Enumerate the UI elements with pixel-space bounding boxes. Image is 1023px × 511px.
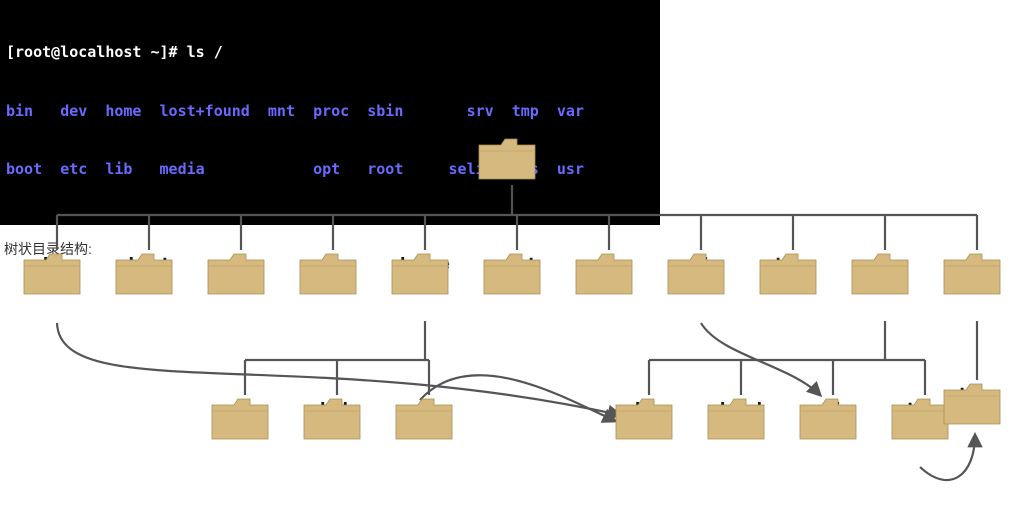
folder-var-tmp-label: tmp bbox=[942, 384, 1012, 403]
folder-usr-label: usr bbox=[850, 254, 920, 273]
folder-root-label: root bbox=[482, 254, 552, 273]
directory-tree-diagram: / bin boot dev etc home root run sbin tm… bbox=[0, 95, 1023, 511]
folder-sbin-label: sbin bbox=[666, 254, 736, 273]
folder-root: / bbox=[477, 135, 547, 158]
folder-tmp: tmp bbox=[758, 250, 828, 273]
folder-bin-label: bin bbox=[22, 254, 92, 273]
folder-usr-local: local bbox=[706, 395, 776, 418]
folder-root-label: / bbox=[477, 139, 547, 158]
folder-home-eve-label: eve bbox=[394, 399, 464, 418]
page: [root@localhost ~]# ls / bin dev home lo… bbox=[0, 0, 1023, 511]
folder-boot-label: boot bbox=[114, 254, 184, 273]
folder-home-bob-label: bob bbox=[302, 399, 372, 418]
folder-sbin: sbin bbox=[666, 250, 736, 273]
folder-home-eve: eve bbox=[394, 395, 464, 418]
folder-run: run bbox=[574, 250, 644, 273]
folder-dev-label: dev bbox=[206, 254, 276, 273]
folder-usr: usr bbox=[850, 250, 920, 273]
folder-usr-sbin: sbin bbox=[798, 395, 868, 418]
folder-home: home bbox=[390, 250, 460, 273]
folder-home-alice: alice bbox=[210, 395, 280, 418]
folder-usr-bin-label: bin bbox=[614, 399, 684, 418]
folder-var-label: var bbox=[942, 254, 1012, 273]
terminal-line-1: [root@localhost ~]# ls / bbox=[6, 43, 654, 63]
folder-dev: dev bbox=[206, 250, 276, 273]
folder-var: var bbox=[942, 250, 1012, 273]
folder-home-bob: bob bbox=[302, 395, 372, 418]
folder-tmp-label: tmp bbox=[758, 254, 828, 273]
folder-usr-sbin-label: sbin bbox=[798, 399, 868, 418]
folder-run-label: run bbox=[574, 254, 644, 273]
folder-boot: boot bbox=[114, 250, 184, 273]
folder-usr-bin: bin bbox=[614, 395, 684, 418]
folder-etc-label: etc bbox=[298, 254, 368, 273]
folder-usr-local-label: local bbox=[706, 399, 776, 418]
folder-root: root bbox=[482, 250, 552, 273]
shell-command: ls / bbox=[187, 43, 223, 61]
shell-prompt: [root@localhost ~]# bbox=[6, 43, 187, 61]
folder-var-tmp: tmp bbox=[942, 380, 1012, 403]
folder-etc: etc bbox=[298, 250, 368, 273]
folder-home-label: home bbox=[390, 254, 460, 273]
folder-home-alice-label: alice bbox=[210, 399, 280, 418]
folder-bin: bin bbox=[22, 250, 92, 273]
